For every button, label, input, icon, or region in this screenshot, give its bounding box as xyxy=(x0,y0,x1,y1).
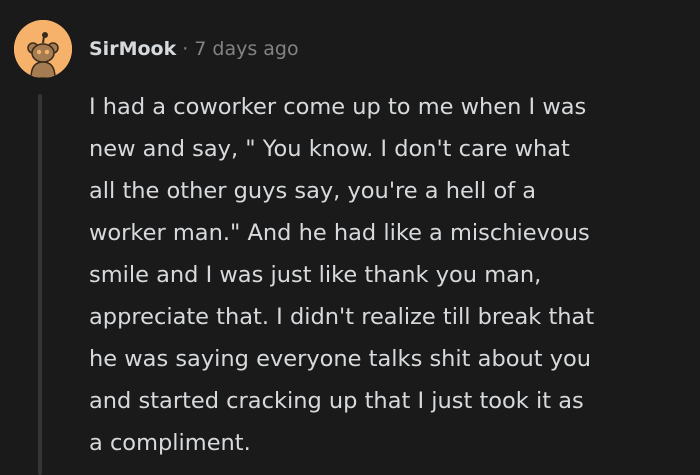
thread-collapse-line[interactable] xyxy=(38,94,42,475)
comment-body-line: worker man." And he had like a mischievo… xyxy=(89,220,590,246)
comment: SirMook · 7 days ago I had a coworker come… xyxy=(0,0,700,475)
comment-body-line: smile and I was just like thank you man, xyxy=(89,262,542,288)
user-avatar[interactable] xyxy=(14,20,72,78)
comment-timestamp[interactable]: 7 days ago xyxy=(194,38,298,60)
comment-header: SirMook · 7 days ago xyxy=(89,36,299,62)
snoo-avatar-icon xyxy=(14,20,72,78)
comment-body-line: a compliment. xyxy=(89,430,251,456)
meta-separator: · xyxy=(182,38,189,60)
comment-body-line: and started cracking up that I just took… xyxy=(89,388,584,414)
comment-body-line: all the other guys say, you're a hell of… xyxy=(89,178,537,204)
username-link[interactable]: SirMook xyxy=(89,38,176,60)
comment-body-line: new and say, " You know. I don't care wh… xyxy=(89,136,570,162)
comment-body-line: I had a coworker come up to me when I wa… xyxy=(89,94,587,120)
comment-body-line: appreciate that. I didn't realize till b… xyxy=(89,304,595,330)
comment-body-line: he was saying everyone talks shit about … xyxy=(89,346,592,372)
comment-body: I had a coworker come up to me when I wa… xyxy=(89,86,679,464)
